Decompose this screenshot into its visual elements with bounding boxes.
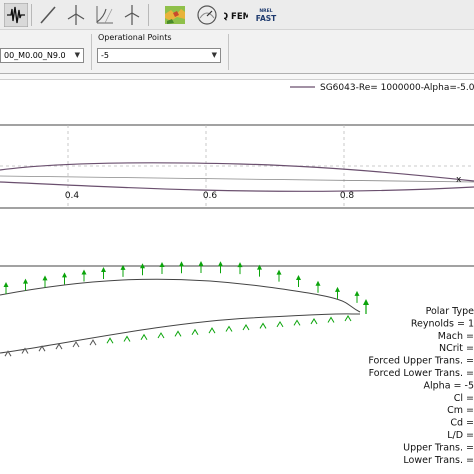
polar-info-line: Forced Upper Trans. = bbox=[368, 356, 474, 367]
toolbar-separator bbox=[148, 4, 149, 26]
pressure-chevron bbox=[259, 322, 267, 329]
pressure-chevron bbox=[55, 343, 63, 350]
pressure-arrow-head bbox=[296, 275, 301, 281]
noise-fast-icon[interactable]: NREL FAST bbox=[254, 3, 278, 27]
polar-info-line: Upper Trans. = bbox=[403, 442, 474, 453]
legend-label: SG6043-Re= 1000000-Alpha=-5.00 bbox=[320, 83, 474, 93]
polar-info-block: Polar TypeReynolds = 1 Mach =NCrit = Force… bbox=[368, 306, 474, 466]
pressure-arrow-head bbox=[218, 261, 223, 267]
pressure-chevron bbox=[106, 337, 114, 344]
op-point-select[interactable]: -5 ▼ bbox=[97, 48, 221, 63]
pressure-arrow-head bbox=[198, 261, 204, 267]
qfem-icon[interactable]: Q FEM bbox=[224, 3, 248, 27]
pressure-arrow-head bbox=[101, 267, 106, 273]
cp-curve-icon[interactable] bbox=[92, 3, 116, 27]
pressure-chevron bbox=[327, 316, 335, 323]
pressure-chevron bbox=[72, 341, 80, 348]
dashboard-icon[interactable] bbox=[195, 3, 219, 27]
te-arrow-head bbox=[363, 299, 369, 305]
airfoil-lower-surface bbox=[0, 181, 474, 192]
pressure-arrow-head bbox=[237, 262, 243, 268]
main-toolbar: Q FEM NREL FAST bbox=[0, 0, 474, 30]
pressure-arrow-head bbox=[179, 261, 184, 267]
pressure-arrow-head bbox=[276, 269, 282, 275]
pressure-arrow-head bbox=[62, 272, 67, 278]
op-points-label: Operational Points bbox=[98, 33, 172, 42]
polar-info-line: L/D = bbox=[447, 430, 474, 441]
pressure-arrow-head bbox=[159, 261, 165, 267]
selector-divider bbox=[91, 34, 92, 70]
x-tick-label: 0.4 bbox=[65, 191, 80, 201]
pressure-arrow-head bbox=[354, 290, 360, 296]
transition-marker: x bbox=[456, 175, 462, 185]
pressure-chevron bbox=[89, 339, 97, 346]
oscilloscope-icon[interactable] bbox=[4, 3, 28, 27]
airfoil-camber-line bbox=[0, 175, 474, 183]
pressure-chevron bbox=[174, 330, 182, 337]
pressure-chevron bbox=[242, 324, 250, 331]
polar-info-line: Cd = bbox=[450, 418, 474, 429]
polar-select-value: 00_M0.00_N9.0 bbox=[4, 51, 66, 60]
airfoil-plot: SG6043-Re= 1000000-Alpha=-5.00 0.4 0.6 0… bbox=[0, 80, 474, 474]
chevron-down-icon: ▼ bbox=[74, 51, 80, 59]
polar-select[interactable]: 00_M0.00_N9.0 ▼ bbox=[0, 48, 84, 63]
pressure-chevron bbox=[310, 317, 318, 325]
pressure-chevron bbox=[344, 315, 352, 322]
pressure-chevron bbox=[140, 333, 148, 341]
pressure-arrows-lower bbox=[4, 315, 352, 357]
selector-divider bbox=[228, 34, 229, 70]
selector-bar: 00_M0.00_N9.0 ▼ Operational Points -5 ▼ bbox=[0, 30, 474, 74]
pressure-arrow-head bbox=[81, 269, 87, 275]
polar-info-line: Lower Trans. = bbox=[403, 455, 474, 466]
pressure-arrow-head bbox=[335, 286, 340, 292]
airfoil-plot-canvas: SG6043-Re= 1000000-Alpha=-5.00 0.4 0.6 0… bbox=[0, 83, 474, 466]
op-point-select-value: -5 bbox=[101, 51, 109, 60]
fast-label: FAST bbox=[256, 14, 277, 23]
polar-info-line: Alpha = -5 bbox=[424, 380, 474, 391]
cp-upper-curve bbox=[0, 278, 361, 313]
pressure-arrow-head bbox=[257, 264, 262, 270]
wind-turbine-icon[interactable] bbox=[120, 3, 144, 27]
terrain-map-icon[interactable] bbox=[163, 3, 187, 27]
polar-info-line: Cm = bbox=[447, 405, 474, 416]
polar-info-line: Cl = bbox=[454, 393, 474, 404]
x-tick-label: 0.8 bbox=[340, 191, 355, 201]
polar-info-line: Reynolds = 1 bbox=[411, 318, 474, 329]
polar-info-line: NCrit = bbox=[439, 343, 474, 354]
pressure-chevron bbox=[191, 328, 199, 335]
slash-line-icon[interactable] bbox=[36, 3, 60, 27]
pressure-chevron bbox=[208, 327, 216, 334]
pressure-chevron bbox=[123, 335, 131, 342]
pressure-chevron bbox=[293, 319, 301, 326]
pressure-arrows-upper bbox=[3, 261, 360, 303]
polar-info-line: Mach = bbox=[438, 331, 474, 342]
pressure-chevron bbox=[157, 332, 165, 339]
polar-info-line: Polar Type bbox=[426, 306, 474, 317]
cp-lower-curve bbox=[0, 313, 361, 354]
pressure-arrow-head bbox=[23, 278, 28, 284]
wind-turbine-icon[interactable] bbox=[64, 3, 88, 27]
x-tick-label: 0.6 bbox=[203, 191, 218, 201]
pressure-arrow-head bbox=[42, 275, 48, 281]
pressure-chevron bbox=[276, 320, 284, 328]
pressure-arrow-head bbox=[315, 280, 321, 286]
toolbar-separator bbox=[31, 4, 32, 26]
pressure-arrow-head bbox=[3, 281, 9, 287]
pressure-chevron bbox=[225, 325, 233, 332]
polar-info-line: Forced Lower Trans. = bbox=[369, 368, 474, 379]
qfem-icon-label: Q FEM bbox=[224, 12, 248, 22]
chevron-down-icon: ▼ bbox=[211, 51, 217, 59]
